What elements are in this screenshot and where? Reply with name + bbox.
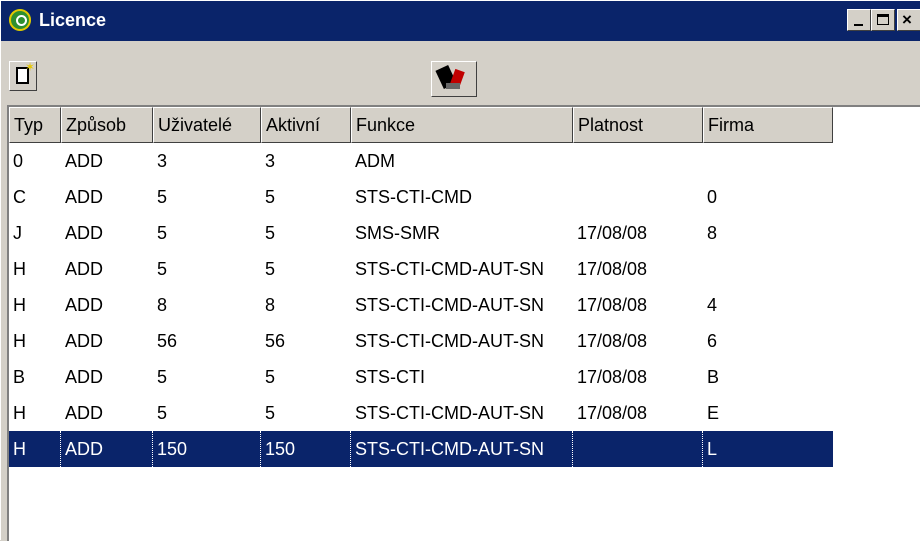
table-cell: 5 <box>265 403 276 423</box>
table-cell: STS-CTI-CMD-AUT-SN <box>355 403 544 423</box>
table-cell: 4 <box>707 295 718 315</box>
table-cell: 8 <box>157 295 168 315</box>
table-cell: 8 <box>265 295 276 315</box>
table-cell: 150 <box>261 431 351 467</box>
column-header[interactable]: Platnost <box>573 107 703 143</box>
table-cell: 5 <box>265 259 276 279</box>
table-cell: ADM <box>355 151 395 171</box>
table-cell <box>703 251 833 287</box>
minimize-icon <box>854 24 863 26</box>
table-cell: 17/08/08 <box>577 223 648 243</box>
table-cell: J <box>13 223 22 243</box>
tools-button[interactable] <box>431 61 477 97</box>
table-cell: 17/08/08 <box>577 403 648 423</box>
table-cell: 3 <box>265 151 276 171</box>
table-row[interactable]: H ADD 150 150 STS-CTI-CMD-AUT-SN L <box>9 431 920 467</box>
table-row[interactable]: H ADD 8 8 STS-CTI-CMD-AUT-SN 17/08/08 4 <box>9 287 920 323</box>
column-header[interactable]: Uživatelé <box>153 107 261 143</box>
close-icon: × <box>902 10 912 29</box>
table-cell: ADD <box>65 151 104 171</box>
table-cell <box>573 431 703 467</box>
maximize-icon <box>877 14 889 25</box>
table-row[interactable]: 0 ADD 3 3 ADM <box>9 143 920 179</box>
minimize-button[interactable] <box>847 9 871 31</box>
table-cell: H <box>13 403 26 423</box>
table-row[interactable]: H ADD 5 5 STS-CTI-CMD-AUT-SN 17/08/08 E <box>9 395 920 431</box>
close-button[interactable]: × <box>897 9 920 31</box>
table-cell: H <box>13 295 26 315</box>
table-cell: STS-CTI-CMD <box>355 187 472 207</box>
table-cell: 5 <box>157 259 168 279</box>
table-row[interactable]: J ADD 5 5 SMS-SMR 17/08/08 8 <box>9 215 920 251</box>
table-cell: 17/08/08 <box>577 331 648 351</box>
table-cell: 5 <box>265 367 276 387</box>
table-cell: 17/08/08 <box>577 295 648 315</box>
table-cell: 56 <box>157 331 178 351</box>
table-cell: H <box>13 259 26 279</box>
table-cell: H <box>9 431 61 467</box>
table-cell: 0 <box>13 151 24 171</box>
table-cell: 5 <box>157 187 168 207</box>
table-cell <box>573 179 703 215</box>
table-cell: 0 <box>707 187 718 207</box>
table-cell: STS-CTI-CMD-AUT-SN <box>355 331 544 351</box>
table-cell: ADD <box>65 259 104 279</box>
table-cell: SMS-SMR <box>355 223 440 243</box>
table-cell: C <box>13 187 26 207</box>
table-cell: ADD <box>65 331 104 351</box>
maximize-button[interactable] <box>871 9 895 31</box>
table-row[interactable]: H ADD 56 56 STS-CTI-CMD-AUT-SN 17/08/08 6 <box>9 323 920 359</box>
table-cell: 3 <box>157 151 168 171</box>
table-cell: 8 <box>707 223 718 243</box>
table-cell: STS-CTI-CMD-AUT-SN <box>351 431 573 467</box>
table-cell: ADD <box>65 223 104 243</box>
table-cell <box>703 143 833 179</box>
table-cell: 5 <box>157 403 168 423</box>
table-cell: 6 <box>707 331 718 351</box>
column-header[interactable]: Typ <box>9 107 61 143</box>
licence-app-icon[interactable] <box>9 9 31 31</box>
table-cell <box>573 143 703 179</box>
table-cell: 150 <box>153 431 261 467</box>
column-header[interactable]: Firma <box>703 107 833 143</box>
column-header[interactable]: Funkce <box>351 107 573 143</box>
licence-list[interactable]: Typ Způsob Uživatelé Aktivní Funkce Platnost F… <box>7 105 920 541</box>
table-cell: ADD <box>65 403 104 423</box>
table-cell: 5 <box>157 367 168 387</box>
table-cell: B <box>707 367 720 387</box>
title-bar[interactable]: Licence × <box>1 1 920 41</box>
licence-window: Licence × ✶ Typ Způsob Uživatelé Aktivní Fun… <box>0 0 920 541</box>
column-header[interactable]: Způsob <box>61 107 153 143</box>
table-cell: 5 <box>265 223 276 243</box>
table-cell: 56 <box>265 331 286 351</box>
table-cell: L <box>703 431 833 467</box>
table-row[interactable]: C ADD 5 5 STS-CTI-CMD 0 <box>9 179 920 215</box>
table-cell: E <box>707 403 720 423</box>
new-button[interactable]: ✶ <box>9 61 37 91</box>
table-cell: STS-CTI-CMD-AUT-SN <box>355 259 544 279</box>
table-row[interactable]: B ADD 5 5 STS-CTI 17/08/08 B <box>9 359 920 395</box>
column-header[interactable]: Aktivní <box>261 107 351 143</box>
table-cell: H <box>13 331 26 351</box>
table-cell: STS-CTI <box>355 367 425 387</box>
table-cell: B <box>13 367 26 387</box>
table-cell: 17/08/08 <box>577 259 648 279</box>
table-cell: 5 <box>157 223 168 243</box>
table-cell: ADD <box>61 431 153 467</box>
table-cell: 17/08/08 <box>577 367 648 387</box>
table-cell: ADD <box>65 187 104 207</box>
table-cell: STS-CTI-CMD-AUT-SN <box>355 295 544 315</box>
table-cell: ADD <box>65 295 104 315</box>
window-title: Licence <box>39 10 107 30</box>
table-row[interactable]: H ADD 5 5 STS-CTI-CMD-AUT-SN 17/08/08 <box>9 251 920 287</box>
table-cell: 5 <box>265 187 276 207</box>
table-cell: ADD <box>65 367 104 387</box>
